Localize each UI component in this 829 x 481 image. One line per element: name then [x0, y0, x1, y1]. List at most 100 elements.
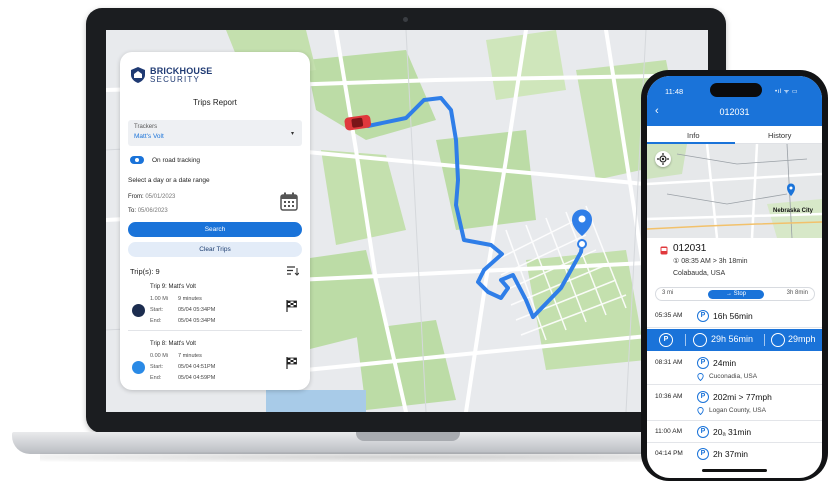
from-label: From:: [128, 194, 144, 200]
sort-icon[interactable]: [287, 266, 299, 276]
shield-logo-icon: [131, 67, 145, 83]
tracker-value: Matt's Volt: [134, 133, 164, 140]
parking-icon: P: [697, 448, 709, 460]
trip-end-label: End:: [150, 318, 162, 324]
parking-icon: P: [697, 357, 709, 369]
row-value: 20ₐ 31min: [713, 427, 752, 437]
home-indicator: [702, 469, 767, 472]
trip-end-row: End: 05/04 05:34PM: [150, 318, 215, 324]
from-value: 05/01/2023: [145, 194, 176, 200]
locate-me-icon[interactable]: [655, 151, 671, 167]
trip-color-dot: [132, 361, 145, 374]
stop-duration: 29h 56min: [711, 334, 754, 344]
selected-stop-row[interactable]: P 29h 56min 29mph: [647, 329, 822, 351]
phone-screen: 11:48 •ıl ᯤ ▭ ‹ 012031 Info History Nebr…: [647, 76, 822, 478]
trip-start: 05/04 05:34PM: [178, 307, 216, 313]
laptop-screen: BRICKHOUSE SECURITY Trips Report Tracker…: [106, 30, 708, 412]
row-value: 24min: [713, 358, 737, 368]
trip-distance-row: 0.00 Mi 7 minutes: [150, 353, 202, 359]
trip-title: Trip 9: Matt's Volt: [150, 284, 196, 290]
trip-end: 05/04 05:34PM: [178, 318, 216, 324]
trip-item[interactable]: Trip 8: Matt's Volt 0.00 Mi 7 minutes Sta…: [120, 341, 310, 399]
checkered-flag-icon[interactable]: [286, 300, 298, 312]
dynamic-island: [710, 83, 762, 97]
product-showcase: BRICKHOUSE SECURITY Trips Report Tracker…: [0, 0, 829, 481]
phone-map[interactable]: [647, 144, 822, 238]
row-time: 05:35 AM: [655, 312, 683, 319]
phone-header-title: 012031: [719, 107, 750, 117]
laptop-notch: [356, 432, 460, 441]
row-time: 11:00 AM: [655, 428, 682, 435]
trip-duration: 7 minutes: [178, 353, 202, 359]
row-time: 08:31 AM: [655, 359, 683, 366]
trip-distance: 0.00 Mi: [150, 353, 169, 359]
trip-distance: 1.00 Mi: [150, 296, 169, 302]
trip-location: Colabauda, USA: [673, 270, 726, 277]
tab-info[interactable]: Info: [687, 131, 700, 140]
to-date-field[interactable]: To: 05/06/2023: [128, 208, 168, 214]
to-value: 05/06/2023: [137, 208, 168, 214]
map-city-label: Nebraska City: [773, 208, 814, 214]
row-value: 16h 56min: [713, 311, 753, 321]
on-road-toggle[interactable]: On road tracking: [130, 156, 200, 164]
location-pin-icon: [697, 373, 704, 381]
row-location: Logan County, USA: [709, 407, 766, 414]
history-row[interactable]: 08:31 AM P 24min Cuconadia, USA: [647, 351, 822, 385]
phone-tabs: Info History: [647, 126, 822, 144]
clear-trips-button[interactable]: Clear Trips: [128, 242, 302, 257]
trip-item[interactable]: Trip 9: Matt's Volt 1.00 Mi 9 minutes Sta…: [120, 284, 310, 342]
trip-id: 012031: [673, 243, 707, 254]
progress-right: 3h 8min: [786, 290, 808, 296]
search-button[interactable]: Search: [128, 222, 302, 237]
history-row[interactable]: 05:35 AM P 16h 56min: [647, 304, 822, 328]
stop-button[interactable]: → Stop: [708, 290, 764, 299]
page-title: Trips Report: [193, 98, 237, 107]
row-location: Cuconadia, USA: [709, 373, 758, 380]
trip-color-dot: [132, 304, 145, 317]
row-time: 04:14 PM: [655, 450, 683, 457]
tracker-label: Trackers: [134, 124, 158, 130]
chevron-down-icon: ▾: [290, 131, 294, 137]
parking-icon: P: [697, 310, 709, 322]
row-value: 2h 37min: [713, 449, 748, 459]
row-time: 10:36 AM: [655, 393, 683, 400]
trip-end-label: End:: [150, 375, 162, 381]
trip-start-label: Start:: [150, 364, 164, 370]
parking-icon: P: [697, 391, 709, 403]
status-icons: •ıl ᯤ ▭: [775, 89, 799, 95]
trip-distance-row: 1.00 Mi 9 minutes: [150, 296, 202, 302]
trip-start-row: Start: 05/04 04:51PM: [150, 364, 215, 370]
history-row[interactable]: 10:36 AM P 202mi > 77mph Logan County, U…: [647, 385, 822, 421]
from-date-field[interactable]: From: 05/01/2023: [128, 194, 175, 200]
on-road-label: On road tracking: [152, 156, 201, 164]
tab-history[interactable]: History: [768, 131, 791, 140]
calendar-icon[interactable]: [280, 192, 298, 211]
toggle-switch[interactable]: [130, 156, 144, 164]
laptop-camera: [403, 17, 408, 22]
trip-start-label: Start:: [150, 307, 164, 313]
brand-sub: SECURITY: [150, 74, 201, 84]
vehicle-icon: [660, 246, 668, 255]
trips-report-panel: BRICKHOUSE SECURITY Trips Report Tracker…: [120, 52, 310, 390]
trip-start: 05/04 04:51PM: [178, 364, 216, 370]
stop-speed: 29mph: [788, 334, 816, 344]
trip-progress: 3 mi → Stop 3h 8min: [655, 287, 815, 301]
separator: [764, 334, 765, 346]
history-row[interactable]: 11:00 AM P 20ₐ 31min: [647, 421, 822, 443]
row-value: 202mi > 77mph: [713, 392, 772, 402]
parking-icon: P: [659, 333, 673, 347]
trip-end: 05/04 04:59PM: [178, 375, 216, 381]
to-label: To:: [128, 208, 137, 214]
trip-start-row: Start: 05/04 05:34PM: [150, 307, 215, 313]
phone-header: 11:48 •ıl ᯤ ▭ ‹ 012031: [647, 76, 822, 126]
trips-count: Trip(s): 9: [130, 267, 160, 276]
history-row[interactable]: 04:14 PM P 2h 37min: [647, 443, 822, 465]
trip-title: Trip 8: Matt's Volt: [150, 341, 196, 347]
parking-icon: P: [697, 426, 709, 438]
separator: [685, 334, 686, 346]
divider: [128, 330, 302, 331]
checkered-flag-icon[interactable]: [286, 357, 298, 369]
tracker-select[interactable]: Trackers Matt's Volt ▾: [128, 120, 302, 146]
trip-duration: 9 minutes: [178, 296, 202, 302]
brand-logo: BRICKHOUSE SECURITY: [130, 66, 213, 84]
